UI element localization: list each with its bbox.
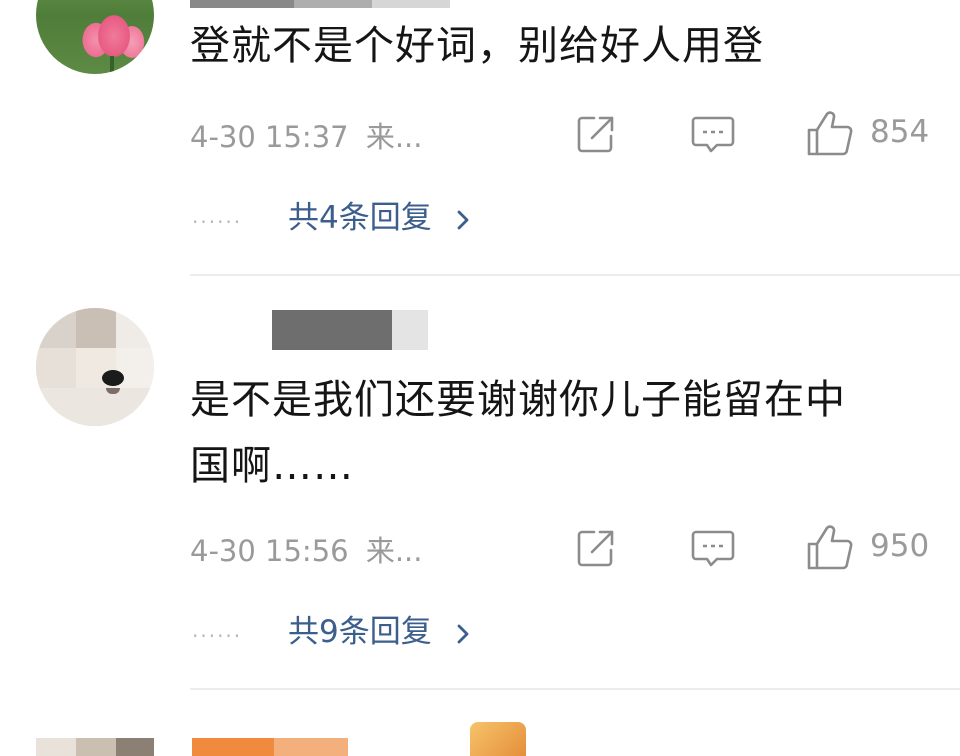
redacted-username: [272, 310, 392, 350]
like-count: 950: [870, 528, 930, 564]
chevron-right-icon: [457, 624, 468, 643]
avatar[interactable]: [36, 308, 154, 426]
share-edit-icon[interactable]: [574, 526, 618, 570]
redacted-username-bottom: [192, 738, 274, 756]
thumbs-up-icon[interactable]: [805, 524, 855, 572]
badge-icon: [470, 722, 526, 756]
redacted-username-top: [190, 0, 450, 8]
redacted-username-bottom-tail: [274, 738, 348, 756]
replies-label: 共9条回复: [288, 614, 432, 650]
divider: [190, 688, 960, 690]
redacted-username-tail: [392, 310, 428, 350]
comment-bubble-icon[interactable]: [690, 112, 736, 156]
comment-source: 来...: [365, 120, 423, 154]
reply-dots: ......: [192, 204, 243, 228]
comment-text: 登就不是个好词，别给好人用登: [190, 23, 764, 69]
divider: [190, 274, 960, 276]
view-replies-link[interactable]: 共4条回复: [288, 192, 470, 237]
reply-dots: ......: [192, 618, 243, 642]
view-replies-link[interactable]: 共9条回复: [288, 606, 470, 651]
comment-meta: 4-30 15:56 来...: [190, 528, 422, 570]
comment-text: 是不是我们还要谢谢你儿子能留在中: [190, 377, 846, 423]
comment-meta: 4-30 15:37 来...: [190, 114, 422, 156]
comment-text-line-2: 国啊……: [190, 443, 354, 489]
thumbs-up-icon[interactable]: [805, 110, 855, 158]
avatar[interactable]: [36, 738, 154, 756]
comment-timestamp: 4-30 15:56: [190, 534, 349, 568]
chevron-right-icon: [457, 210, 468, 229]
share-edit-icon[interactable]: [574, 112, 618, 156]
comment-timestamp: 4-30 15:37: [190, 120, 349, 154]
replies-label: 共4条回复: [288, 200, 432, 236]
avatar[interactable]: [36, 0, 154, 74]
like-count: 854: [870, 114, 930, 150]
comment-bubble-icon[interactable]: [690, 526, 736, 570]
comment-source: 来...: [365, 534, 423, 568]
